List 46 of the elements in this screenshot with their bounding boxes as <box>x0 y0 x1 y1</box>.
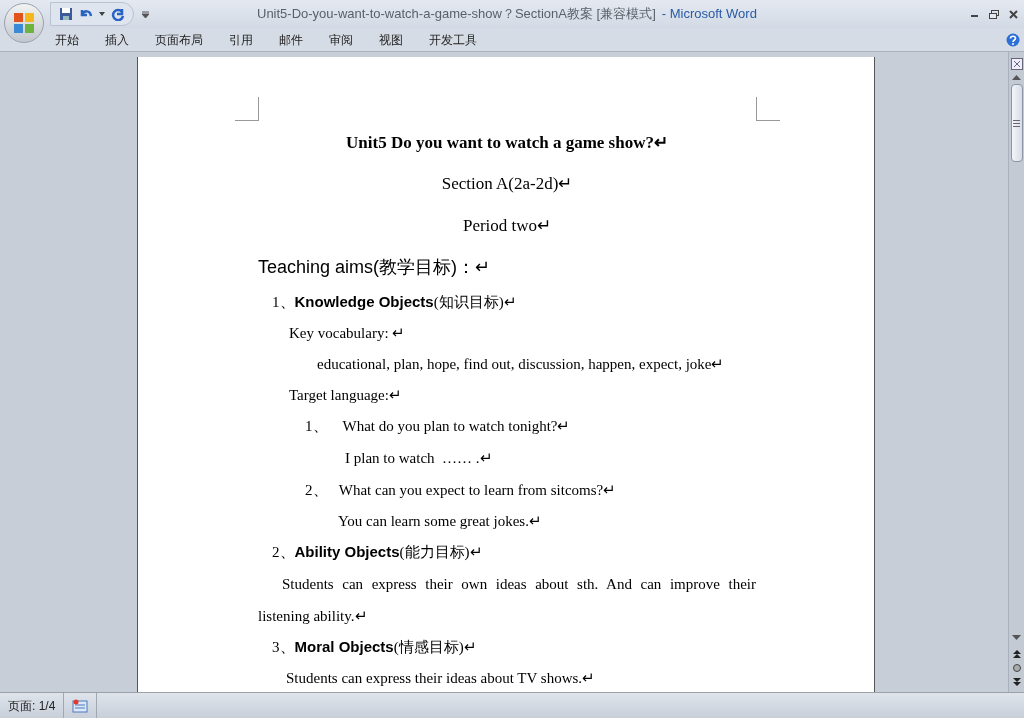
ribbon-tab[interactable]: 插入 <box>98 28 136 51</box>
corner-mark <box>756 97 780 121</box>
document-title: Unit5-Do-you-want-to-watch-a-game-show？SectionA教案 [兼容模式] <box>257 5 656 24</box>
subtitle-line: Period two↵ <box>461 215 553 238</box>
corner-mark <box>235 97 259 121</box>
ribbon-tab[interactable]: 开发工具 <box>422 28 484 51</box>
customize-toolbar-icon[interactable] <box>142 10 149 18</box>
scroll-up-icon[interactable] <box>1012 75 1021 80</box>
body-text: Students can express their ideas about TV shows.↵ <box>285 669 597 689</box>
body-text: educational, plan, hope, find out, discussion, happen, expect, joke↵ <box>316 355 726 375</box>
ribbon-tab[interactable]: 邮件 <box>272 28 310 51</box>
restore-icon[interactable] <box>989 9 999 19</box>
numbered-heading: 1、Knowledge Objects(知识目标)↵ <box>271 292 518 313</box>
numbered-heading: 2、Ability Objects(能力目标)↵ <box>271 542 484 563</box>
browse-object-icon[interactable] <box>1012 664 1021 672</box>
ribbon-tab[interactable]: 页面布局 <box>148 28 210 51</box>
office-logo-icon <box>12 11 36 35</box>
proofing-icon[interactable] <box>72 698 89 713</box>
ruler-toggle-icon[interactable] <box>1010 58 1023 70</box>
body-text: Key vocabulary: ↵ <box>288 324 407 344</box>
ribbon-tab[interactable]: 开始 <box>48 28 86 51</box>
body-text: Target language:↵ <box>288 386 403 406</box>
document-title-line: Unit5 Do you want to watch a game show?↵ <box>345 131 669 154</box>
previous-page-icon[interactable] <box>1012 650 1021 658</box>
body-paragraph: Students can express their own ideas about sth. And can improve their listening ability.↵ <box>258 575 756 626</box>
save-icon[interactable] <box>59 7 73 21</box>
numbered-question: 2、 What can you expect to learn from sitcoms?↵ <box>304 481 618 501</box>
section-heading: Teaching aims(教学目标)：↵ <box>258 255 492 279</box>
redo-icon[interactable] <box>111 7 125 21</box>
page-indicator[interactable]: 页面: 1/4 <box>0 693 65 718</box>
ribbon-tab[interactable]: 审阅 <box>322 28 360 51</box>
office-button[interactable] <box>4 3 44 43</box>
ribbon-tab[interactable]: 视图 <box>372 28 410 51</box>
scroll-down-icon[interactable] <box>1012 635 1021 640</box>
numbered-question: 1、 What do you plan to watch tonight?↵ <box>304 417 572 437</box>
help-icon[interactable] <box>1006 32 1020 47</box>
numbered-heading: 3、Moral Objects(情感目标)↵ <box>271 637 478 658</box>
app-name: - Microsoft Word <box>661 5 757 24</box>
answer-text: I plan to watch …… .↵ <box>344 449 494 469</box>
subtitle-line: Section A(2a-2d)↵ <box>440 173 574 196</box>
answer-text: You can learn some great jokes.↵ <box>337 512 543 532</box>
close-icon[interactable] <box>1009 9 1018 19</box>
ribbon-tab[interactable]: 引用 <box>222 28 260 51</box>
scroll-thumb[interactable] <box>1010 84 1023 162</box>
next-page-icon[interactable] <box>1012 678 1021 686</box>
dropdown-caret-icon[interactable] <box>99 12 105 16</box>
